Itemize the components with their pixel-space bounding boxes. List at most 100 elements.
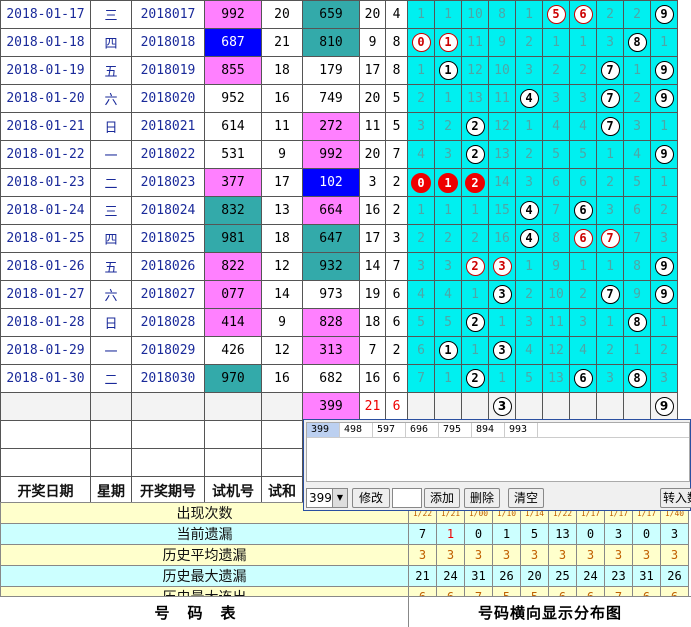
distribution-cell: 2: [461, 168, 489, 197]
miss-count: 3: [606, 35, 614, 50]
import-button[interactable]: 转入数: [660, 488, 691, 508]
open-sum: 17: [359, 224, 386, 253]
distribution-cell: 13: [542, 364, 570, 393]
number-ball: 1: [438, 341, 458, 360]
delete-button[interactable]: 删除: [464, 488, 500, 508]
miss-count: 3: [525, 175, 533, 190]
number-ball: 2: [465, 313, 485, 332]
distribution-cell: 4: [515, 224, 543, 253]
open-sum: 20: [359, 84, 386, 113]
distribution-cell: 1: [569, 28, 597, 57]
test-number: 426: [204, 336, 262, 365]
distribution-cell: 1: [650, 168, 678, 197]
open-number: 810: [302, 28, 360, 57]
number-ball: 4: [519, 201, 539, 220]
draw-date: 2018-01-27: [0, 280, 91, 309]
open-span: 4: [385, 0, 408, 29]
open-number: 682: [302, 364, 360, 393]
distribution-cell: 6: [542, 168, 570, 197]
stat-value: 1: [492, 523, 521, 545]
number-ball: 9: [654, 5, 674, 24]
distribution-cell: 9: [650, 252, 678, 281]
list-column-header[interactable]: 993: [505, 423, 538, 437]
distribution-cell: 1: [623, 336, 651, 365]
weekday: 三: [90, 196, 132, 225]
distribution-cell: 8: [623, 364, 651, 393]
distribution-cell: 1: [407, 0, 435, 29]
list-column-header[interactable]: 696: [406, 423, 439, 437]
number-ball: 2: [465, 369, 485, 388]
miss-count: 5: [633, 175, 641, 190]
stat-value: 3: [604, 544, 633, 566]
number-input[interactable]: [392, 488, 422, 508]
blank-cell: [0, 420, 91, 449]
distribution-cell: 3: [569, 84, 597, 113]
draw-date: 2018-01-21: [0, 112, 91, 141]
list-column-header[interactable]: 894: [472, 423, 505, 437]
distribution-cell: 1: [542, 28, 570, 57]
table-row: 2018-01-28 日 2018028 414 9 828 18 6 5 5 2 1 3 11 3 1 8 1: [0, 308, 678, 337]
open-span: 6: [385, 364, 408, 393]
miss-count: 9: [552, 259, 560, 274]
number-ball: 6: [573, 201, 593, 220]
table-row: 2018-01-25 四 2018025 981 18 647 17 3 2 2 2 16 4 8 6 7 7 3: [0, 224, 678, 253]
miss-count: 1: [417, 7, 425, 22]
distribution-cell: 1: [434, 28, 462, 57]
test-sum: 12: [261, 252, 303, 281]
draw-number: 2018017: [131, 0, 205, 29]
distribution-cell: 3: [434, 140, 462, 169]
number-ball: 7: [600, 117, 620, 136]
list-column-header[interactable]: 399: [307, 423, 340, 437]
blank-cell: [204, 448, 262, 477]
miss-count: 3: [633, 119, 641, 134]
stat-value: 26: [660, 565, 689, 587]
distribution-cell: [542, 392, 570, 421]
miss-count: 1: [417, 63, 425, 78]
stat-value: 13: [548, 523, 577, 545]
list-column-header[interactable]: 498: [340, 423, 373, 437]
miss-count: 2: [633, 91, 641, 106]
distribution-cell: 1: [461, 196, 489, 225]
open-span: 2: [385, 168, 408, 197]
stat-value: 0: [576, 523, 605, 545]
distribution-cell: 1: [515, 252, 543, 281]
test-number: 992: [204, 0, 262, 29]
list-column-header[interactable]: 597: [373, 423, 406, 437]
number-ball: 1: [438, 33, 458, 52]
miss-count: 3: [606, 203, 614, 218]
miss-count: 2: [525, 147, 533, 162]
number-combo[interactable]: 399 ▼: [306, 488, 348, 508]
distribution-cell: 1: [596, 140, 624, 169]
stat-value: 3: [520, 544, 549, 566]
number-ball: 9: [654, 145, 674, 164]
miss-count: 1: [417, 203, 425, 218]
miss-count: 3: [660, 231, 668, 246]
clear-button[interactable]: 清空: [508, 488, 544, 508]
header-test-sum: 试和: [261, 476, 303, 505]
add-button[interactable]: 添加: [424, 488, 460, 508]
stat-label: 历史平均遗漏: [0, 544, 409, 566]
distribution-cell: 2: [650, 336, 678, 365]
stat-label: 历史最大遗漏: [0, 565, 409, 587]
distribution-cell: 6: [623, 196, 651, 225]
distribution-cell: 9: [650, 140, 678, 169]
distribution-cell: 16: [488, 224, 516, 253]
open-sum: 16: [359, 196, 386, 225]
table-row: 2018-01-29 一 2018029 426 12 313 7 2 6 1 1 3 4 12 4 2 1 2: [0, 336, 678, 365]
miss-count: 1: [525, 119, 533, 134]
distribution-cell: 3: [488, 336, 516, 365]
weekday: 五: [90, 252, 132, 281]
distribution-cell: 1: [461, 280, 489, 309]
distribution-cell: 1: [488, 308, 516, 337]
number-ball: 4: [519, 229, 539, 248]
list-column-header[interactable]: 795: [439, 423, 472, 437]
distribution-cell: 1: [515, 112, 543, 141]
number-list[interactable]: 399 498 597 696 795 894 993: [306, 422, 690, 482]
chevron-down-icon[interactable]: ▼: [332, 489, 347, 507]
distribution-cell: 11: [488, 84, 516, 113]
edit-button[interactable]: 修改: [352, 488, 390, 508]
distribution-cell: 9: [650, 392, 678, 421]
number-ball: 7: [600, 89, 620, 108]
distribution-cell: 1: [650, 112, 678, 141]
distribution-cell: 2: [596, 0, 624, 29]
